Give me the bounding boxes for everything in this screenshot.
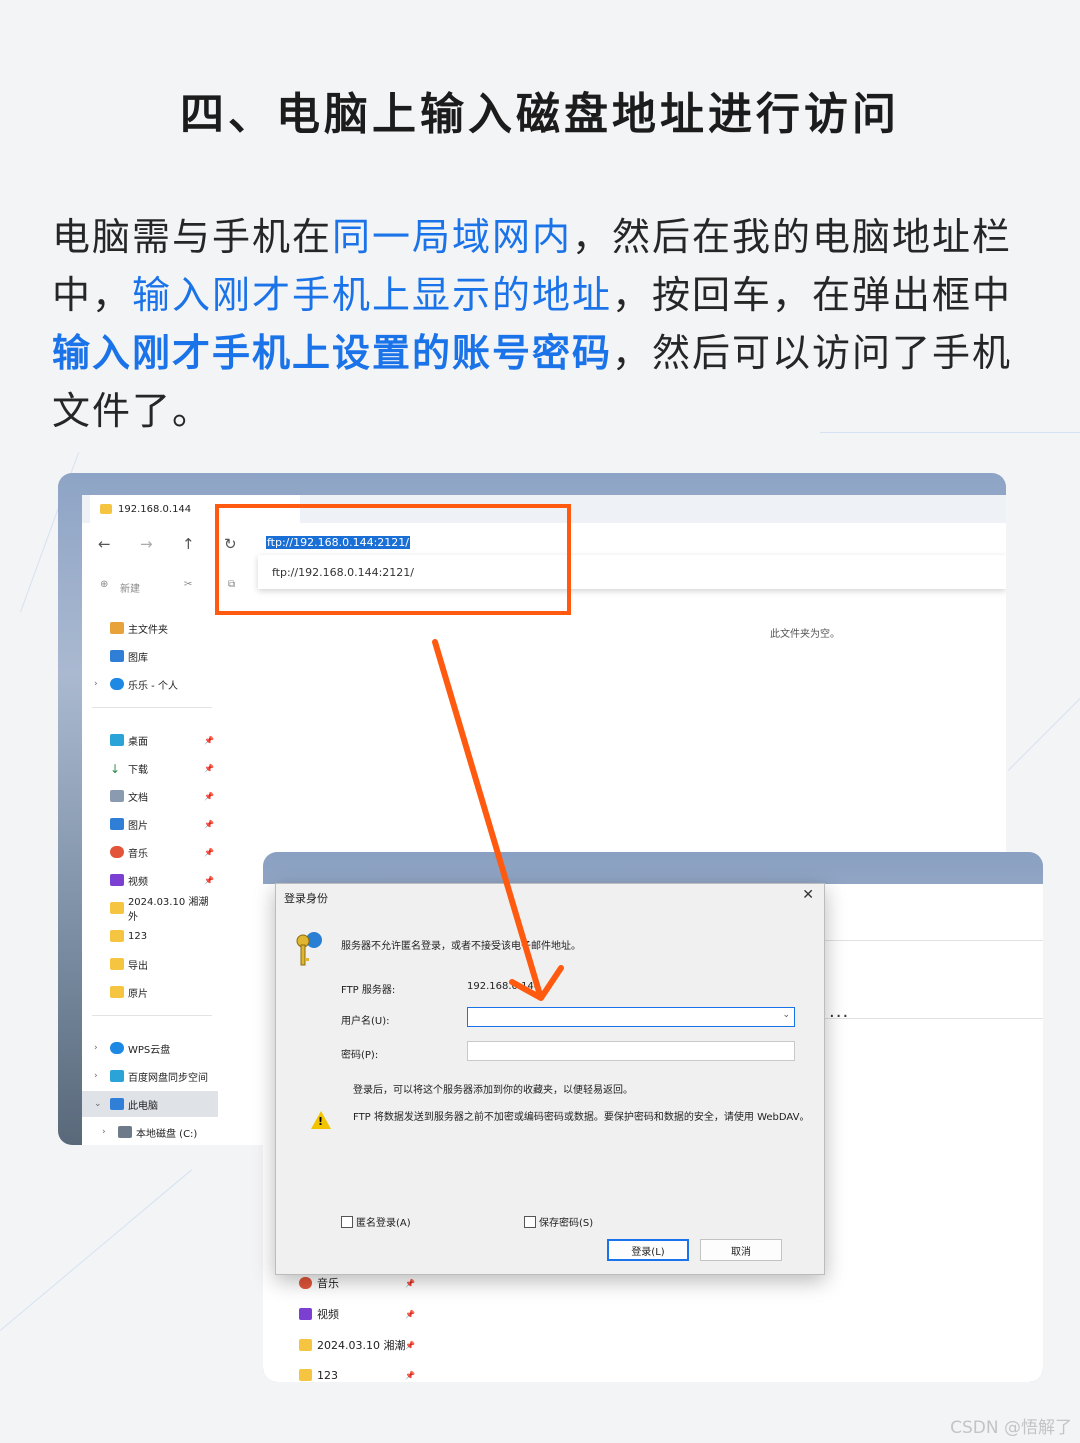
- annotation-arrow: [432, 639, 564, 1001]
- arrow-shaft: [432, 639, 543, 998]
- watermark: CSDN @悟解了: [950, 1418, 1072, 1438]
